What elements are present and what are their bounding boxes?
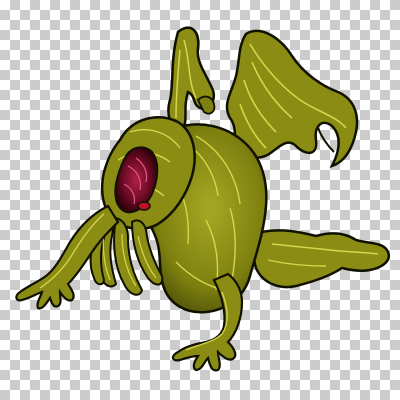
transparency-checkerboard: [0, 0, 400, 400]
wing-claw: [196, 95, 216, 115]
cthulhu-illustration: [15, 26, 391, 372]
eye: [137, 201, 151, 211]
tail: [251, 229, 391, 289]
